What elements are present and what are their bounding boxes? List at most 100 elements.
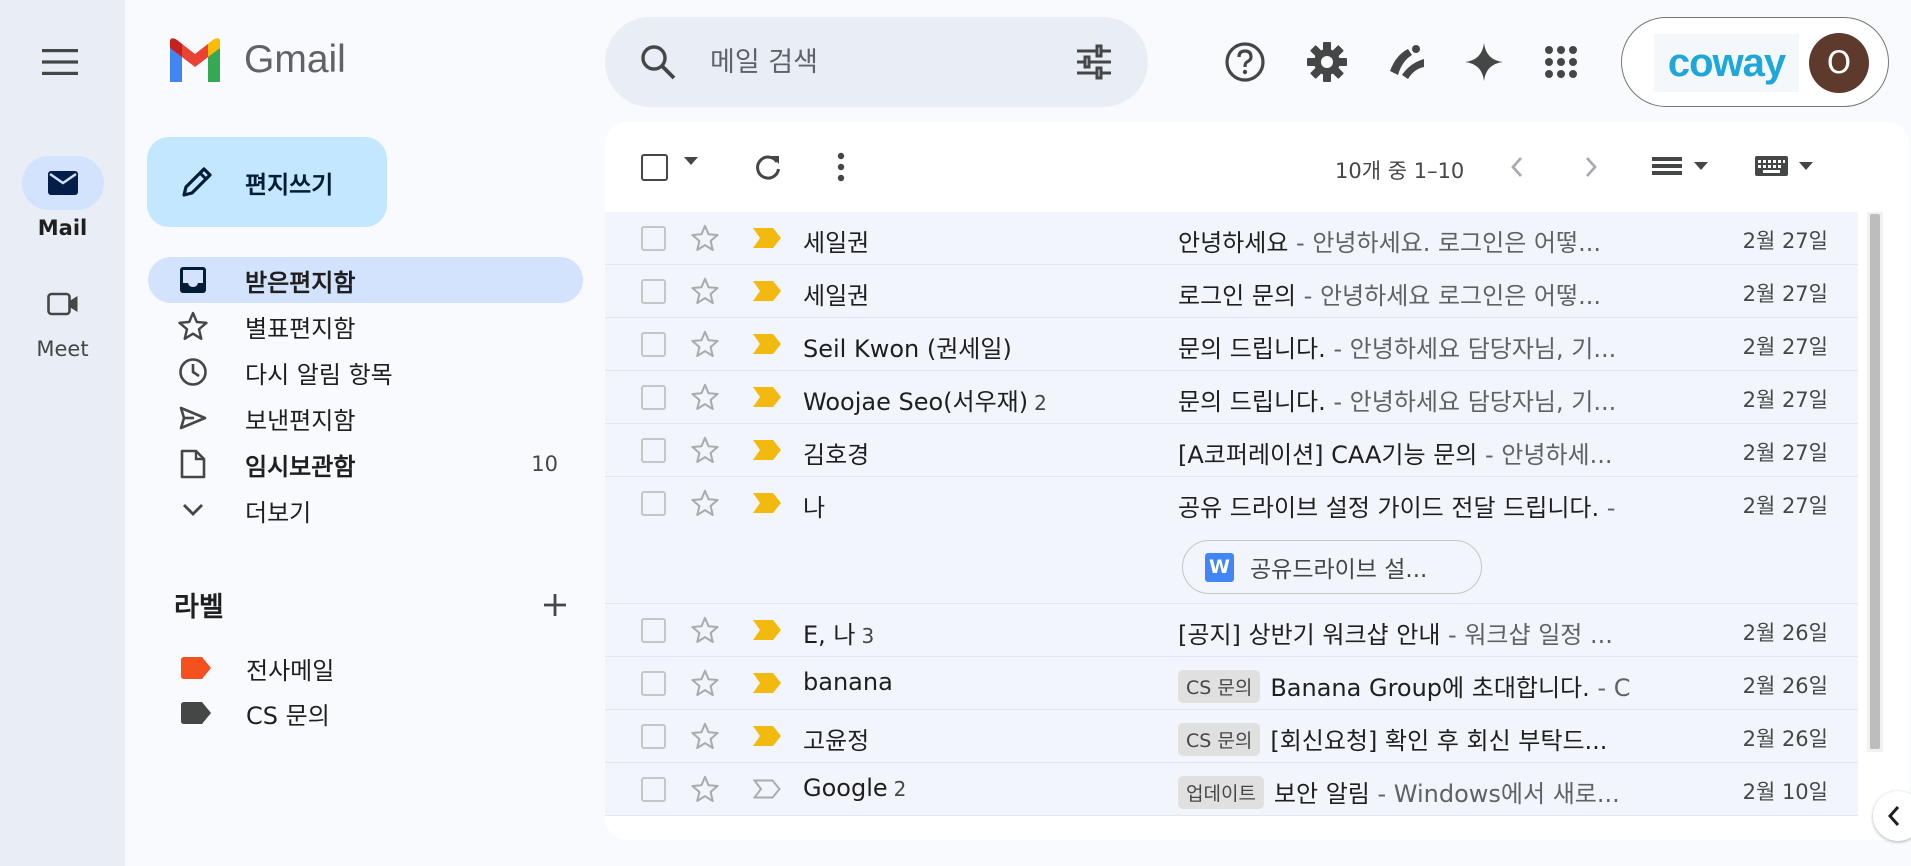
add-label-icon[interactable]: [541, 591, 569, 619]
important-marker-icon[interactable]: [753, 281, 781, 301]
select-all-checkbox[interactable]: [641, 154, 668, 181]
email-sender: 고윤정: [803, 727, 870, 755]
nav-item-inbox[interactable]: 받은편지함: [148, 257, 583, 303]
star-icon[interactable]: [691, 224, 719, 252]
important-marker-icon[interactable]: [753, 620, 781, 640]
star-icon[interactable]: [691, 436, 719, 464]
email-subject: Banana Group에 초대합니다.: [1270, 674, 1590, 702]
thread-count: 2: [1034, 391, 1047, 415]
email-row[interactable]: 나 공유 드라이브 설정 가이드 전달 드립니다. - 2월 27일 W 공유드…: [605, 477, 1858, 604]
prev-page-icon[interactable]: [1510, 156, 1524, 178]
search-icon[interactable]: [639, 43, 677, 81]
star-icon[interactable]: [691, 383, 719, 411]
email-content: 문의 드립니다. - 안녕하세요 담당자님, 기...: [1178, 382, 1718, 417]
search-options-icon[interactable]: [1075, 43, 1113, 81]
main-menu-icon[interactable]: [38, 44, 82, 80]
email-row[interactable]: 고윤정 CS 문의 [회신요청] 확인 후 회신 부탁드... 2월 26일: [605, 710, 1858, 763]
label-chip[interactable]: CS 문의: [1178, 723, 1261, 756]
row-checkbox[interactable]: [641, 777, 666, 802]
important-marker-icon[interactable]: [753, 726, 781, 746]
email-row[interactable]: 세일권 안녕하세요 - 안녕하세요. 로그인은 어떻... 2월 27일: [605, 212, 1858, 265]
label-item-cs-inquiry[interactable]: CS 문의: [148, 691, 583, 735]
keyboard-input-icon[interactable]: [1755, 154, 1817, 178]
email-row[interactable]: Seil Kwon (권세일) 문의 드립니다. - 안녕하세요 담당자님, 기…: [605, 318, 1858, 371]
star-icon[interactable]: [691, 277, 719, 305]
mail-icon: [21, 156, 104, 210]
clock-icon: [176, 355, 210, 389]
row-checkbox[interactable]: [641, 491, 666, 516]
important-marker-icon[interactable]: [753, 673, 781, 693]
attachment-chip[interactable]: W 공유드라이브 설...: [1182, 540, 1482, 594]
compose-button[interactable]: 편지쓰기: [147, 137, 387, 227]
star-icon[interactable]: [691, 775, 719, 803]
mail-list-panel: 10개 중 1–10 세일권 안녕하세요 - 안녕하세요. 로그인은 어떻...…: [605, 122, 1909, 840]
email-row[interactable]: Google 2 업데이트 보안 알림 - Windows에서 새로... 2월 1…: [605, 763, 1858, 816]
email-subject: [회신요청] 확인 후 회신 부탁드...: [1270, 727, 1608, 755]
email-sender: banana: [803, 668, 893, 696]
email-content: 안녕하세요 - 안녕하세요. 로그인은 어떻...: [1178, 223, 1718, 258]
label-item-company-mail[interactable]: 전사메일: [148, 646, 583, 690]
row-checkbox[interactable]: [641, 226, 666, 251]
email-row[interactable]: banana CS 문의 Banana Group에 초대합니다. - C 2월 …: [605, 657, 1858, 710]
settings-icon[interactable]: [1303, 38, 1351, 86]
important-marker-icon[interactable]: [753, 779, 781, 799]
app-rail: Mail Meet: [0, 0, 125, 866]
star-icon[interactable]: [691, 722, 719, 750]
label-chip[interactable]: CS 문의: [1178, 670, 1261, 703]
email-content: 문의 드립니다. - 안녕하세요 담당자님, 기...: [1178, 329, 1718, 364]
help-icon[interactable]: [1221, 38, 1269, 86]
sparkle-icon[interactable]: [1460, 38, 1508, 86]
row-checkbox[interactable]: [641, 438, 666, 463]
nav-item-sent[interactable]: 보낸편지함: [148, 395, 583, 441]
important-marker-icon[interactable]: [753, 387, 781, 407]
more-options-icon[interactable]: [836, 152, 846, 182]
important-marker-icon[interactable]: [753, 228, 781, 248]
email-sender: Seil Kwon (권세일): [803, 335, 1012, 363]
star-icon[interactable]: [691, 330, 719, 358]
important-marker-icon[interactable]: [753, 493, 781, 513]
search-input[interactable]: [710, 39, 1050, 85]
email-date: 2월 27일: [1742, 282, 1828, 306]
row-checkbox[interactable]: [641, 724, 666, 749]
nav-item-starred[interactable]: 별표편지함: [148, 303, 583, 349]
next-page-icon[interactable]: [1584, 156, 1598, 178]
email-snippet: - 안녕하세요 로그인은 어떻...: [1296, 282, 1601, 310]
label-chip[interactable]: 업데이트: [1178, 776, 1264, 809]
star-icon[interactable]: [691, 489, 719, 517]
row-checkbox[interactable]: [641, 332, 666, 357]
row-checkbox[interactable]: [641, 279, 666, 304]
scrollbar-thumb[interactable]: [1870, 214, 1880, 749]
apps-grid-icon[interactable]: [1537, 38, 1585, 86]
star-icon[interactable]: [691, 669, 719, 697]
star-icon[interactable]: [691, 616, 719, 644]
refresh-icon[interactable]: [753, 152, 783, 182]
row-checkbox[interactable]: [641, 385, 666, 410]
email-row[interactable]: 김호경 [A코퍼레이션] CAA기능 문의 - 안녕하세... 2월 27일: [605, 424, 1858, 477]
email-content: [공지] 상반기 워크샵 안내 - 워크샵 일정 ...: [1178, 615, 1718, 650]
important-marker-icon[interactable]: [753, 440, 781, 460]
select-menu-caret-icon[interactable]: [683, 156, 699, 166]
gmail-logo[interactable]: Gmail: [166, 38, 346, 82]
nav-label: 보낸편지함: [245, 406, 356, 435]
nav-item-snoozed[interactable]: 다시 알림 항목: [148, 349, 583, 395]
row-checkbox[interactable]: [641, 671, 666, 696]
nav-item-more[interactable]: 더보기: [148, 487, 583, 533]
email-subject: [공지] 상반기 워크샵 안내: [1178, 621, 1441, 649]
email-content: CS 문의 Banana Group에 초대합니다. - C: [1178, 668, 1718, 703]
account-switcher[interactable]: coway O: [1621, 17, 1889, 107]
row-checkbox[interactable]: [641, 618, 666, 643]
rail-item-meet[interactable]: Meet: [0, 277, 125, 361]
search-bar[interactable]: [605, 17, 1148, 107]
rail-item-mail[interactable]: Mail: [0, 156, 125, 240]
email-row[interactable]: E, 나3 [공지] 상반기 워크샵 안내 - 워크샵 일정 ... 2월 26…: [605, 604, 1858, 657]
label-tag-icon: [181, 657, 211, 679]
density-toggle-icon[interactable]: [1652, 154, 1712, 178]
email-row[interactable]: Woojae Seo(서우재) 2 문의 드립니다. - 안녕하세요 담당자님, …: [605, 371, 1858, 424]
avatar[interactable]: O: [1809, 33, 1869, 93]
important-marker-icon[interactable]: [753, 334, 781, 354]
nav-item-drafts[interactable]: 임시보관함 10: [148, 441, 583, 487]
email-sender: 김호경: [803, 441, 870, 469]
gemini-like-icon[interactable]: [1383, 38, 1431, 86]
thread-count: 2: [893, 777, 907, 801]
email-row[interactable]: 세일권 로그인 문의 - 안녕하세요 로그인은 어떻... 2월 27일: [605, 265, 1858, 318]
